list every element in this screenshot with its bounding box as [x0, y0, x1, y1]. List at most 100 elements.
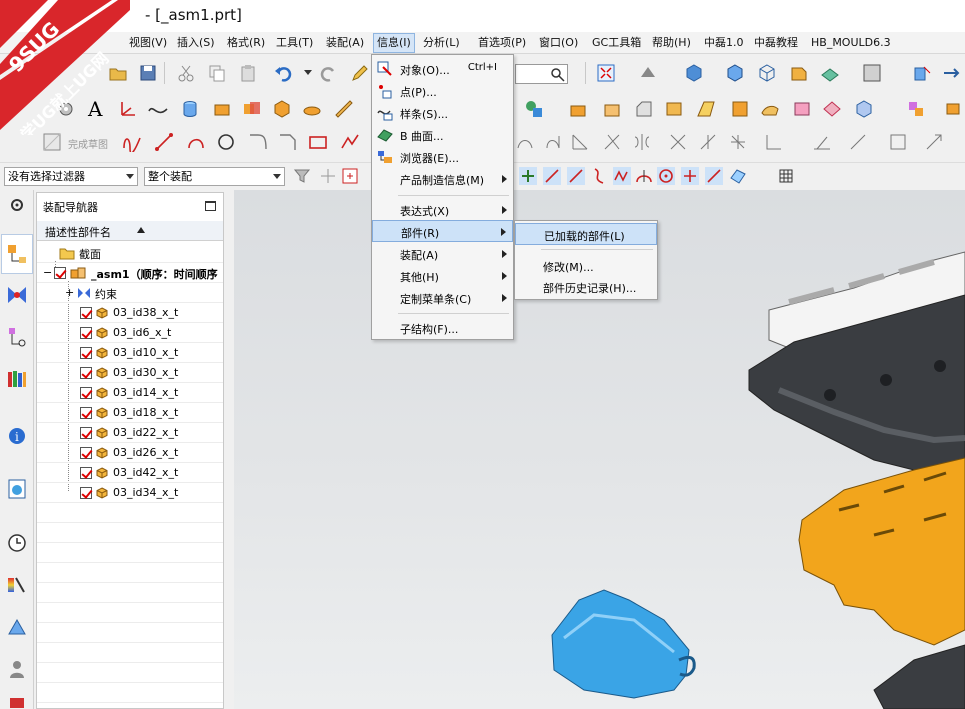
sort-ascending-icon[interactable] [137, 227, 145, 233]
menu-item-custom-menubar[interactable]: 定制菜单条(C) [372, 287, 513, 309]
trim-body-icon[interactable] [822, 99, 842, 119]
menu-item-part[interactable]: 部件(R) [372, 220, 513, 242]
constraint-icon[interactable] [668, 132, 688, 152]
menu-item-modified[interactable]: 修改(M)... [515, 255, 657, 277]
tree-row-part[interactable]: 03_id6_x_t [37, 323, 223, 343]
menu-item-part-history[interactable]: 部件历史记录(H)... [515, 276, 657, 298]
tree-row-part[interactable]: 03_id14_x_t [37, 383, 223, 403]
chevron-down-icon[interactable] [304, 68, 312, 76]
tree-row-part[interactable]: 03_id26_x_t [37, 443, 223, 463]
navigator-column-header[interactable]: 描述性部件名 [37, 221, 223, 241]
fillet-icon[interactable] [248, 132, 268, 152]
auto-constraint-icon[interactable] [728, 132, 748, 152]
constraint-navigator-icon[interactable] [6, 284, 28, 306]
snap-existing-point-icon[interactable] [518, 166, 538, 186]
pencil-icon[interactable] [350, 63, 370, 83]
tree-row-part[interactable]: 03_id18_x_t [37, 403, 223, 423]
menu-hb-mould[interactable]: HB_MOULD6.3 [808, 35, 894, 53]
menu-format[interactable]: 格式(R) [224, 35, 268, 53]
tree-row-part[interactable]: 03_id10_x_t [37, 343, 223, 363]
snap-control-icon[interactable] [590, 166, 610, 186]
snap-midpoint-icon[interactable] [566, 166, 586, 186]
snap-on-face-icon[interactable] [728, 166, 748, 186]
menu-item-assembly[interactable]: 装配(A) [372, 243, 513, 265]
menu-tools[interactable]: 工具(T) [273, 35, 316, 53]
assembly-scope-select[interactable]: 整个装配 [144, 167, 285, 186]
dimension-icon[interactable] [698, 132, 718, 152]
menu-item-pmi[interactable]: 产品制造信息(M) [372, 168, 513, 190]
infer-constraint-icon[interactable] [924, 132, 944, 152]
search-field[interactable] [515, 64, 568, 84]
line-icon[interactable] [154, 132, 174, 152]
menu-assembly[interactable]: 装配(A) [323, 35, 367, 53]
tree-row-part[interactable]: 03_id22_x_t [37, 423, 223, 443]
menu-preferences[interactable]: 首选项(P) [475, 35, 529, 53]
redo-icon[interactable] [318, 63, 338, 83]
hole-icon[interactable] [524, 99, 544, 119]
tree-row-section[interactable]: 截面 [37, 243, 223, 263]
snap-endpoint-icon[interactable] [542, 166, 562, 186]
maximize-icon[interactable] [205, 201, 216, 211]
rectangle-icon[interactable] [308, 132, 328, 152]
role-icon[interactable] [6, 658, 28, 680]
block-icon[interactable] [272, 99, 292, 119]
menu-item-loaded-parts[interactable]: 已加载的部件(L) [515, 223, 657, 245]
snap-on-curve-icon[interactable] [704, 166, 724, 186]
visibility-checkbox[interactable] [80, 407, 92, 419]
make-corner-icon[interactable] [570, 132, 590, 152]
snap-quadrant-icon[interactable] [680, 166, 700, 186]
grid-icon[interactable] [776, 166, 796, 186]
snap-arc-center-icon[interactable] [634, 166, 654, 186]
visibility-checkbox[interactable] [80, 387, 92, 399]
cylinder-icon[interactable] [180, 99, 200, 119]
visibility-checkbox[interactable] [80, 427, 92, 439]
visibility-checkbox[interactable] [80, 347, 92, 359]
arc-icon[interactable] [186, 132, 206, 152]
assembly-navigator-tab[interactable] [1, 234, 33, 274]
mirror-icon[interactable] [944, 99, 964, 119]
tree-row-part[interactable]: 03_id38_x_t [37, 303, 223, 323]
menu-item-spline[interactable]: 样条(S)... [372, 102, 513, 124]
pattern-icon[interactable] [906, 99, 926, 119]
visibility-checkbox[interactable] [80, 447, 92, 459]
pocket-icon[interactable] [602, 99, 622, 119]
wireframe-icon[interactable] [757, 63, 777, 83]
tree-row-part[interactable]: 03_id42_x_t [37, 463, 223, 483]
visibility-checkbox[interactable] [80, 327, 92, 339]
manufacturing-wizard-icon[interactable] [6, 616, 28, 638]
extrude-icon[interactable] [212, 99, 232, 119]
circle-icon[interactable] [216, 132, 236, 152]
snap-point-icon[interactable] [318, 166, 338, 186]
menu-item-point[interactable]: 点(P)... [372, 80, 513, 102]
menu-item-browser[interactable]: 浏览器(E)... [372, 146, 513, 168]
menu-zhonglei[interactable]: 中磊1.0 [701, 35, 747, 53]
boss-icon[interactable] [568, 99, 588, 119]
selection-filter-select[interactable]: 没有选择过滤器 [4, 167, 138, 186]
boolean-icon[interactable] [242, 99, 262, 119]
profile-icon[interactable] [122, 132, 142, 152]
chamfer-sketch-icon[interactable] [278, 132, 298, 152]
mesh-surface-icon[interactable] [792, 99, 812, 119]
copy-icon[interactable] [207, 63, 227, 83]
menu-analysis[interactable]: 分析(L) [420, 35, 463, 53]
fit-view-icon[interactable] [596, 63, 616, 83]
information-icon[interactable]: i [6, 424, 28, 446]
surface-icon[interactable] [760, 99, 780, 119]
layer-icon[interactable] [820, 63, 840, 83]
reuse-library-icon[interactable] [6, 368, 28, 390]
cube-shaded-icon[interactable] [684, 63, 704, 83]
draft-icon[interactable] [696, 99, 716, 119]
menu-zhonglei-tutorial[interactable]: 中磊教程 [751, 35, 801, 53]
offset-face-icon[interactable] [730, 99, 750, 119]
save-icon[interactable] [138, 63, 158, 83]
sew-icon[interactable] [854, 99, 874, 119]
menu-item-expression[interactable]: 表达式(X) [372, 199, 513, 221]
polygon-icon[interactable] [340, 132, 360, 152]
sketch-settings-icon[interactable] [888, 132, 908, 152]
quick-extend-icon[interactable] [545, 132, 565, 152]
menu-view[interactable]: 视图(V) [126, 35, 170, 53]
section-view-icon[interactable] [789, 63, 809, 83]
offset-curve-icon[interactable] [602, 132, 622, 152]
visibility-checkbox[interactable] [80, 367, 92, 379]
settings-gear-icon[interactable] [6, 194, 28, 216]
